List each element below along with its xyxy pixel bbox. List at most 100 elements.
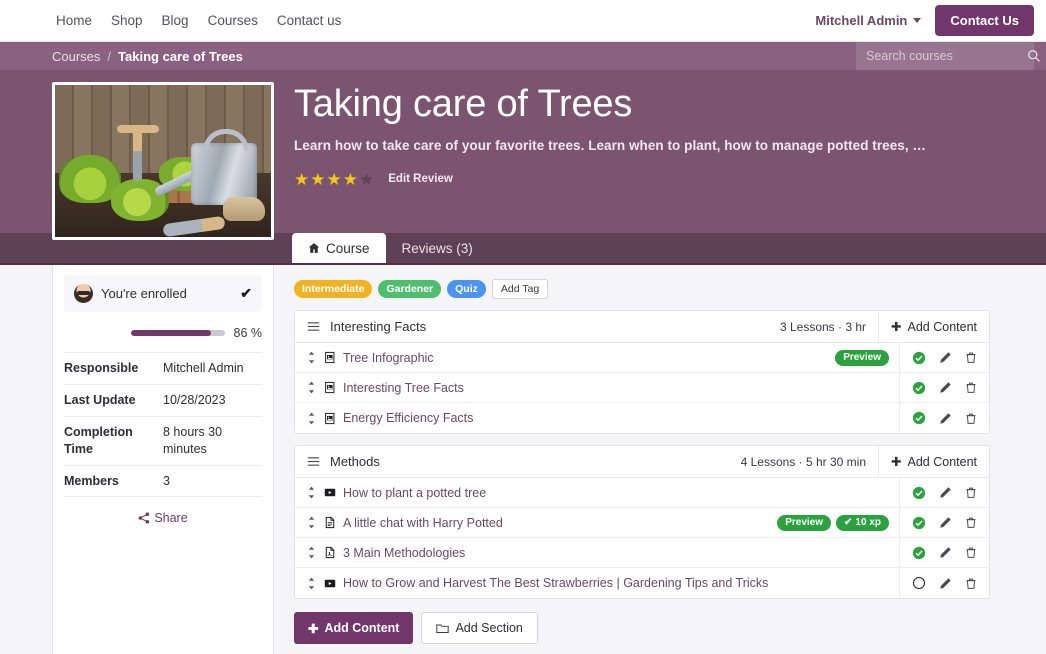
row-drag-handle[interactable] [295, 343, 324, 372]
contact-us-button[interactable]: Contact Us [935, 5, 1034, 36]
section-add-content-button[interactable]: ✚Add Content [878, 446, 989, 477]
row-drag-handle[interactable] [295, 403, 324, 433]
content-title-link[interactable]: A little chat with Harry Potted [343, 508, 503, 537]
course-rating-stars[interactable]: ★ ★ ★ ★ ★ [294, 171, 374, 188]
table-row: Tree Infographic Preview [295, 343, 989, 373]
tag-gardener[interactable]: Gardener [378, 280, 441, 298]
row-actions [899, 478, 989, 507]
pdf-icon [324, 538, 343, 567]
edit-pencil-icon[interactable] [939, 381, 952, 394]
section-drag-handle[interactable] [295, 311, 330, 342]
preview-badge[interactable]: Preview [835, 350, 889, 366]
tag-intermediate[interactable]: Intermediate [294, 280, 372, 298]
section-add-content-button[interactable]: ✚Add Content [878, 311, 989, 342]
content-title-link[interactable]: How to Grow and Harvest The Best Strawbe… [343, 568, 768, 598]
user-menu[interactable]: Mitchell Admin [815, 13, 921, 28]
search-input[interactable] [866, 49, 1027, 63]
content-title-link[interactable]: Tree Infographic [343, 343, 434, 372]
completed-check-icon[interactable] [912, 411, 926, 425]
section-drag-handle[interactable] [295, 446, 330, 477]
row-drag-handle[interactable] [295, 538, 324, 567]
table-row: How to Grow and Harvest The Best Strawbe… [295, 568, 989, 598]
edit-pencil-icon[interactable] [939, 486, 952, 499]
edit-pencil-icon[interactable] [939, 546, 952, 559]
top-navigation-right: Mitchell Admin Contact Us [815, 5, 1034, 36]
add-content-label: Add Content [324, 621, 399, 635]
chevron-down-icon [913, 18, 921, 23]
completed-check-icon[interactable] [912, 351, 926, 365]
row-badges [889, 538, 899, 567]
nav-link-home[interactable]: Home [56, 13, 92, 28]
edit-pencil-icon[interactable] [939, 577, 952, 590]
delete-trash-icon[interactable] [965, 577, 977, 590]
star-icon-1: ★ [294, 171, 309, 188]
nav-link-shop[interactable]: Shop [111, 13, 143, 28]
delete-trash-icon[interactable] [965, 351, 977, 364]
table-row: A little chat with Harry Potted Preview ✔1… [295, 508, 989, 538]
add-tag-button[interactable]: Add Tag [492, 279, 548, 299]
image-icon [324, 373, 343, 402]
edit-pencil-icon[interactable] [939, 351, 952, 364]
add-section-button[interactable]: Add Section [421, 612, 537, 644]
row-drag-handle[interactable] [295, 373, 324, 402]
course-content-main: Intermediate Gardener Quiz Add Tag Inter… [274, 265, 1046, 654]
video-icon [324, 568, 343, 598]
table-row: Responsible Mitchell Admin [64, 353, 262, 385]
completed-check-icon[interactable] [912, 546, 926, 560]
content-title-link[interactable]: How to plant a potted tree [343, 478, 486, 507]
course-hero: Taking care of Trees Learn how to take c… [0, 70, 1046, 233]
delete-trash-icon[interactable] [965, 486, 977, 499]
tag-quiz[interactable]: Quiz [447, 280, 486, 298]
section-title: Methods [330, 446, 380, 477]
meta-key-completion-time: Completion Time [64, 416, 163, 465]
row-badges [889, 373, 899, 402]
image-icon [324, 403, 343, 433]
completed-check-icon[interactable] [912, 486, 926, 500]
preview-badge[interactable]: Preview [777, 515, 831, 531]
xp-badge-label: 10 xp [855, 517, 881, 528]
progress-bar-fill [131, 330, 212, 336]
breadcrumb-link-courses[interactable]: Courses [52, 49, 100, 64]
star-icon-2: ★ [310, 171, 325, 188]
row-drag-handle[interactable] [295, 568, 324, 598]
tab-reviews-label: Reviews (3) [402, 241, 473, 256]
search-icon[interactable] [1027, 49, 1041, 63]
row-badges [889, 568, 899, 598]
share-button[interactable]: Share [64, 511, 262, 525]
check-icon: ✔ [844, 517, 852, 528]
nav-link-blog[interactable]: Blog [162, 13, 189, 28]
home-icon [308, 242, 320, 254]
incomplete-circle-icon[interactable] [912, 576, 926, 590]
completed-check-icon[interactable] [912, 381, 926, 395]
edit-pencil-icon[interactable] [939, 412, 952, 425]
nav-link-contact-us[interactable]: Contact us [277, 13, 342, 28]
section-header: Methods4 Lessons · 5 hr 30 min✚Add Conte… [295, 446, 989, 478]
delete-trash-icon[interactable] [965, 546, 977, 559]
xp-badge[interactable]: ✔10 xp [836, 515, 889, 531]
completed-check-icon[interactable] [912, 516, 926, 530]
course-footer-buttons: ✚ Add Content Add Section [294, 612, 990, 644]
content-title-link[interactable]: Energy Efficiency Facts [343, 403, 473, 433]
meta-value-responsible: Mitchell Admin [163, 353, 262, 385]
nav-link-courses[interactable]: Courses [208, 13, 258, 28]
row-badges [889, 478, 899, 507]
section-add-content-label: Add Content [908, 455, 978, 469]
rating-row: ★ ★ ★ ★ ★ Edit Review [294, 171, 926, 188]
content-title-link[interactable]: 3 Main Methodologies [343, 538, 465, 567]
add-content-button[interactable]: ✚ Add Content [294, 612, 413, 644]
delete-trash-icon[interactable] [965, 516, 977, 529]
row-drag-handle[interactable] [295, 478, 324, 507]
content-title-link[interactable]: Interesting Tree Facts [343, 373, 464, 402]
row-badges: Preview [835, 343, 899, 372]
star-icon-4: ★ [343, 171, 358, 188]
edit-review-link[interactable]: Edit Review [388, 173, 453, 185]
delete-trash-icon[interactable] [965, 381, 977, 394]
search-box[interactable] [856, 42, 1034, 70]
delete-trash-icon[interactable] [965, 412, 977, 425]
video-icon [324, 478, 343, 507]
row-drag-handle[interactable] [295, 508, 324, 537]
meta-value-completion-time: 8 hours 30 minutes [163, 416, 262, 465]
edit-pencil-icon[interactable] [939, 516, 952, 529]
meta-value-last-update: 10/28/2023 [163, 384, 262, 416]
star-icon-3: ★ [327, 171, 342, 188]
